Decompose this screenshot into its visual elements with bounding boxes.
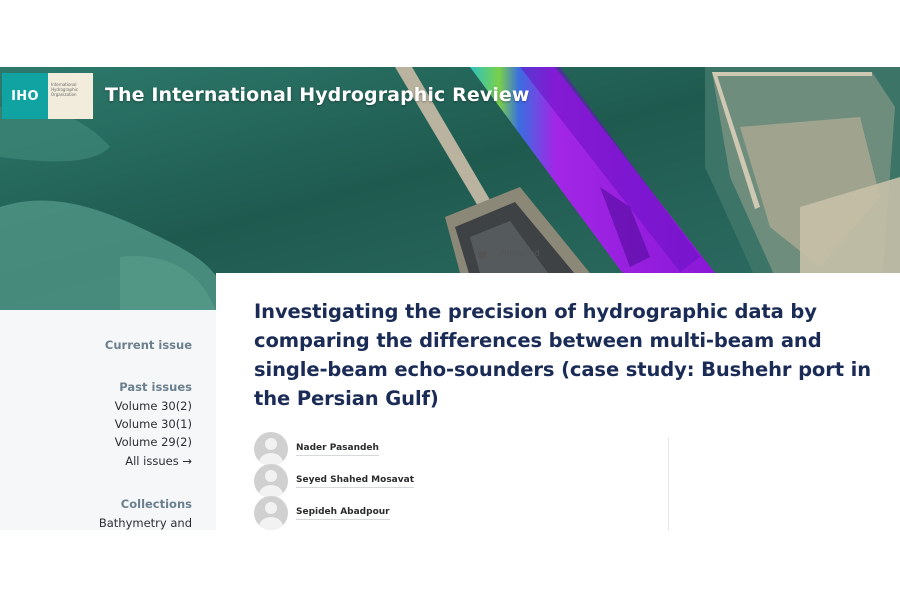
nav-item-all-issues[interactable]: All issues → bbox=[125, 454, 192, 468]
nav-item-volume-30-2[interactable]: Volume 30(2) bbox=[115, 399, 192, 413]
site-title[interactable]: The International Hydrographic Review bbox=[105, 84, 530, 106]
article-content: Investigating the precision of hydrograp… bbox=[216, 273, 900, 530]
top-margin bbox=[0, 0, 900, 67]
calendar-icon bbox=[478, 250, 487, 258]
author-name[interactable]: Seyed Shahed Mosavat bbox=[296, 475, 414, 488]
nav-past-issues-heading: Past issues bbox=[119, 380, 192, 394]
user-avatar-icon bbox=[254, 432, 288, 466]
published-label: Published bbox=[499, 249, 540, 259]
nav-item-collection-bathymetry[interactable]: Bathymetry and bbox=[99, 516, 192, 530]
nav-collections-heading: Collections bbox=[120, 497, 192, 511]
column-divider bbox=[668, 438, 669, 530]
iho-logo[interactable]: IHO International Hydrographic Organizat… bbox=[2, 73, 93, 119]
nav-item-volume-29-2[interactable]: Volume 29(2) bbox=[115, 435, 192, 449]
published-meta: Published bbox=[478, 249, 540, 259]
logo-text: International Hydrographic Organization bbox=[48, 73, 93, 119]
article-title: Investigating the precision of hydrograp… bbox=[254, 300, 872, 410]
nav-current-issue[interactable]: Current issue bbox=[105, 338, 192, 352]
author-name[interactable]: Nader Pasandeh bbox=[296, 443, 379, 456]
nav-item-volume-30-1[interactable]: Volume 30(1) bbox=[115, 417, 192, 431]
user-avatar-icon bbox=[254, 496, 288, 530]
logo-mark: IHO bbox=[2, 73, 48, 119]
sidebar: Current issue Past issues Volume 30(2) V… bbox=[0, 310, 216, 530]
author-entry: Sepideh Abadpour bbox=[254, 496, 390, 530]
author-entry: Seyed Shahed Mosavat bbox=[254, 464, 414, 498]
author-name[interactable]: Sepideh Abadpour bbox=[296, 507, 390, 520]
author-entry: Nader Pasandeh bbox=[254, 432, 379, 466]
bottom-margin bbox=[0, 530, 900, 600]
user-avatar-icon bbox=[254, 464, 288, 498]
